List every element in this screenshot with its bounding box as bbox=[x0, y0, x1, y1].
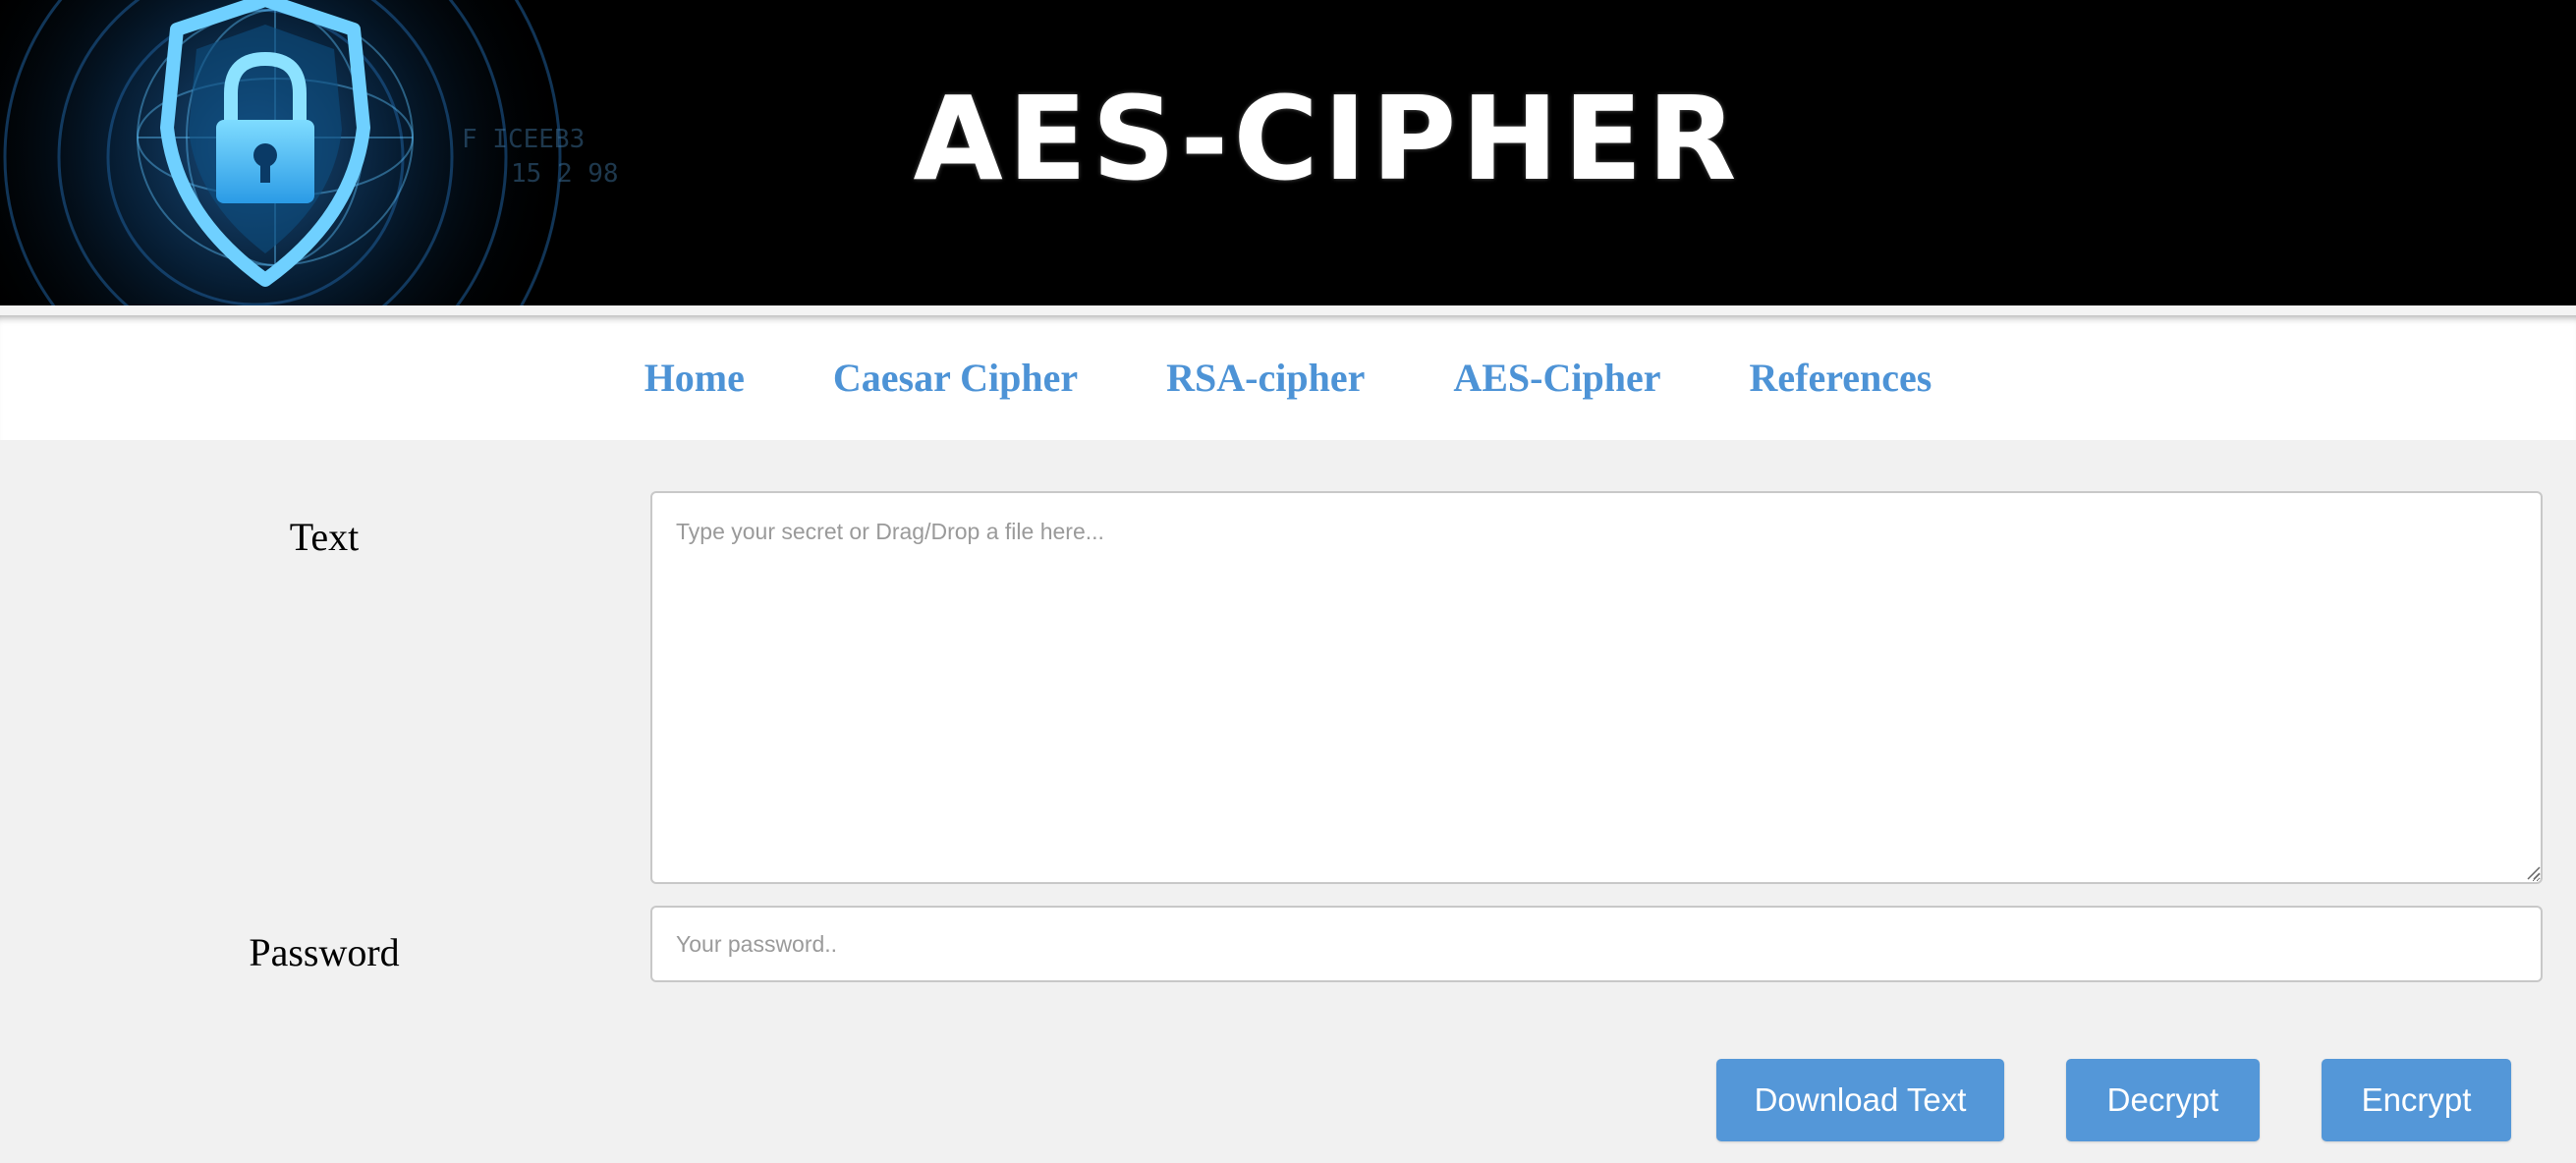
nav-link-caesar-cipher[interactable]: Caesar Cipher bbox=[789, 355, 1122, 401]
password-input[interactable] bbox=[650, 906, 2543, 982]
header-banner: F ICEEB3 15 2 98 AES-CIPHER bbox=[0, 0, 2576, 305]
decrypt-button[interactable]: Decrypt bbox=[2066, 1059, 2260, 1141]
download-text-button[interactable]: Download Text bbox=[1716, 1059, 2004, 1141]
banner-divider bbox=[0, 305, 2576, 315]
encrypt-button[interactable]: Encrypt bbox=[2322, 1059, 2511, 1141]
secret-text-input[interactable] bbox=[650, 491, 2543, 884]
password-label: Password bbox=[249, 930, 400, 974]
text-label: Text bbox=[289, 515, 360, 559]
nav-link-home[interactable]: Home bbox=[600, 355, 789, 401]
nav-link-aes-cipher[interactable]: AES-Cipher bbox=[1409, 355, 1705, 401]
top-nav: Home Caesar Cipher RSA-cipher AES-Cipher… bbox=[0, 315, 2576, 440]
nav-link-rsa-cipher[interactable]: RSA-cipher bbox=[1122, 355, 1409, 401]
banner-title: AES-CIPHER bbox=[913, 71, 1742, 206]
nav-link-references[interactable]: References bbox=[1705, 355, 1976, 401]
nav-list: Home Caesar Cipher RSA-cipher AES-Cipher… bbox=[0, 315, 2576, 440]
